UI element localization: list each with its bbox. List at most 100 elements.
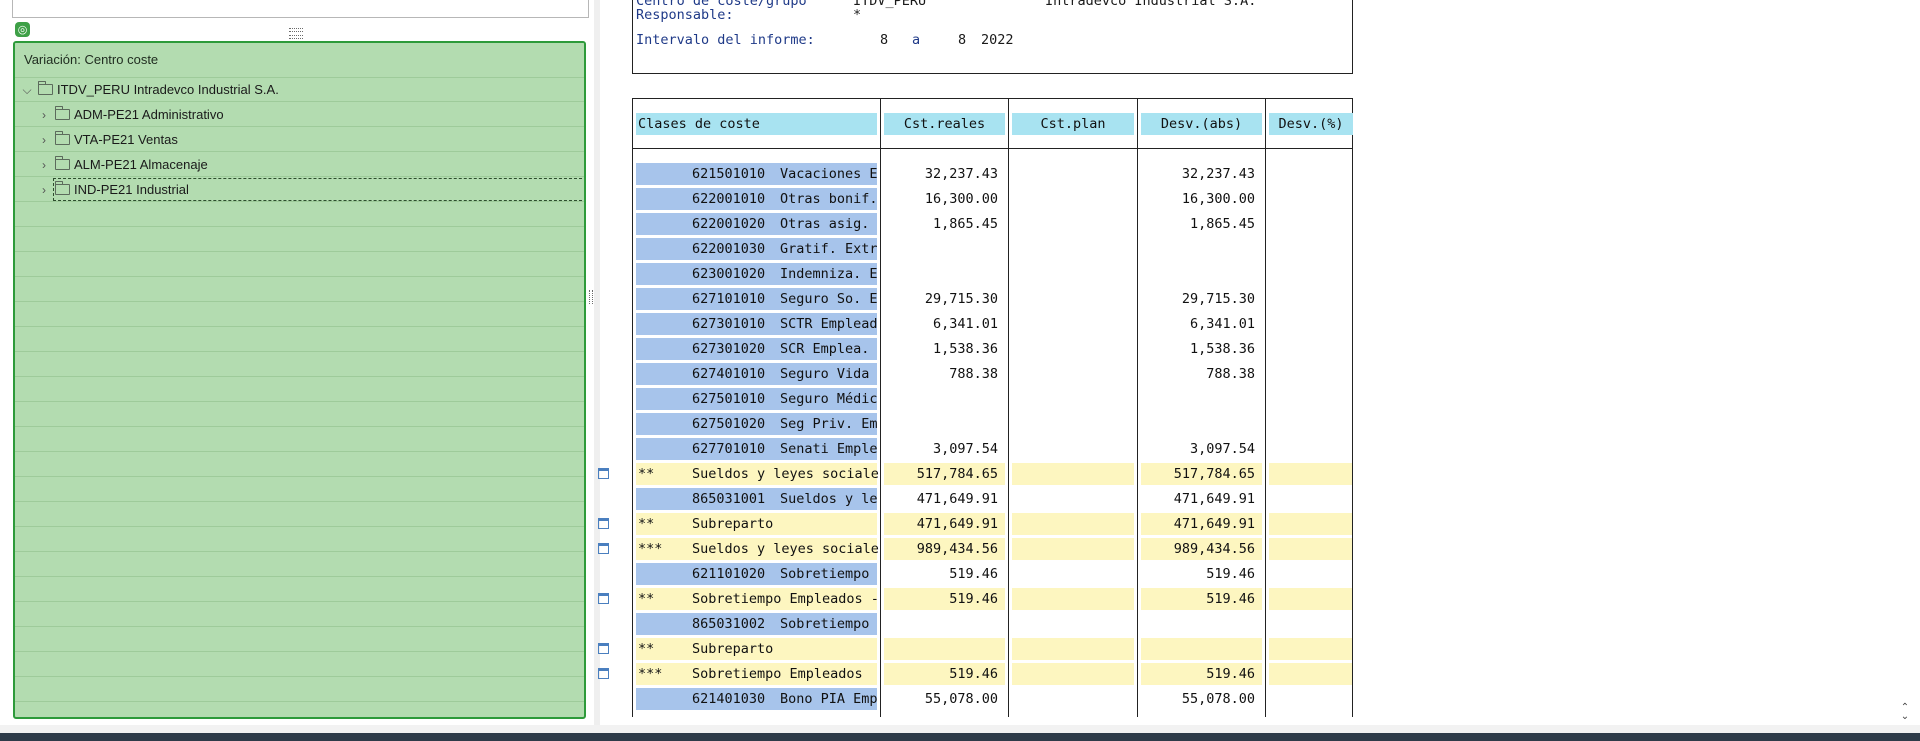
chevron-down-icon[interactable]: ⌵ bbox=[20, 78, 34, 102]
deviation-abs-value: 471,649.91 bbox=[1173, 516, 1255, 532]
report-header-box: Centro de coste/grupo ITDV_PERU Intradev… bbox=[632, 0, 1353, 74]
plan-cost-value bbox=[1012, 563, 1127, 585]
cost-element-row[interactable]: 865031002 Sobretiempo bbox=[636, 613, 1352, 635]
horizontal-splitter[interactable] bbox=[0, 18, 590, 40]
selection-list-box[interactable] bbox=[12, 0, 589, 18]
cost-element-row[interactable]: 622001030 Gratif. Extr bbox=[636, 238, 1352, 260]
column-header-label: Cst.plan bbox=[1040, 116, 1106, 132]
plan-cost-value bbox=[1012, 513, 1127, 535]
tree-node-label[interactable]: VTA-PE21 Ventas bbox=[74, 132, 178, 147]
deviation-abs-value bbox=[1141, 638, 1255, 660]
cost-element-name: Sueldos y leyes sociale bbox=[692, 466, 879, 482]
hierarchy-level-stars: *** bbox=[638, 666, 663, 682]
cost-element-name: Gratif. Extr bbox=[780, 241, 877, 257]
plan-cost-value bbox=[1012, 363, 1127, 385]
cost-element-name: Seguro Médic bbox=[780, 391, 877, 407]
deviation-abs-value: 16,300.00 bbox=[1181, 191, 1255, 207]
tree-node-alm[interactable]: › ALM-PE21 Almacenaje bbox=[37, 153, 208, 177]
cost-element-row[interactable]: 627501020 Seg Priv. Em bbox=[636, 413, 1352, 435]
cost-element-row[interactable]: 627701010 Senati Emple 3,097.54 3,097.54 bbox=[636, 438, 1352, 460]
interval-to: 8 bbox=[958, 32, 967, 48]
column-header-cost-element[interactable]: Clases de coste bbox=[636, 113, 877, 135]
deviation-pct-value bbox=[1269, 163, 1347, 185]
deviation-pct-value bbox=[1269, 413, 1347, 435]
scroll-arrows-icon[interactable]: ⌃ ⌄ bbox=[1898, 703, 1912, 723]
tree-node-adm[interactable]: › ADM-PE21 Administrativo bbox=[37, 103, 224, 127]
deviation-abs-value: 989,434.56 bbox=[1173, 541, 1255, 557]
cost-element-name: Otras asig. bbox=[780, 216, 870, 232]
cost-element-code: 623001020 bbox=[692, 266, 766, 282]
cost-element-row[interactable]: 865031001 Sueldos y le 471,649.91 471,649.9… bbox=[636, 488, 1352, 510]
tree-node-ind[interactable]: › IND-PE21 Industrial bbox=[37, 178, 189, 202]
tree-node-vta[interactable]: › VTA-PE21 Ventas bbox=[37, 128, 178, 152]
cost-element-code: 622001030 bbox=[692, 241, 766, 257]
cost-element-name: Bono PIA Emp bbox=[780, 691, 877, 707]
deviation-abs-value: 471,649.91 bbox=[1173, 491, 1255, 507]
cost-element-code: 627501020 bbox=[692, 416, 766, 432]
subtotal-row[interactable]: *** Sueldos y leyes sociale 989,434.56 989,… bbox=[598, 538, 1352, 560]
cost-element-code: 865031001 bbox=[692, 491, 766, 507]
cost-element-row[interactable]: 621501010 Vacaciones E 32,237.43 32,237.43 bbox=[636, 163, 1352, 185]
cost-element-name: Sobretiempo bbox=[780, 616, 870, 632]
tree-node-label[interactable]: IND-PE21 Industrial bbox=[74, 182, 189, 197]
chevron-right-icon[interactable]: › bbox=[37, 128, 51, 152]
tree-toggle-icon[interactable]: ◎ bbox=[15, 22, 30, 37]
splitter-grip-icon[interactable] bbox=[289, 35, 303, 39]
cost-element-row[interactable]: 627301010 SCTR Emplead 6,341.01 6,341.01 bbox=[636, 313, 1352, 335]
folder-icon bbox=[55, 106, 70, 120]
subtotal-row[interactable]: *** Sobretiempo Empleados 519.46 519.46 bbox=[598, 663, 1352, 685]
actual-cost-value: 989,434.56 bbox=[916, 541, 998, 557]
chevron-right-icon[interactable]: › bbox=[37, 178, 51, 202]
hierarchy-level-stars: ** bbox=[638, 466, 655, 482]
cost-element-row[interactable]: 622001010 Otras bonif. 16,300.00 16,300.00 bbox=[636, 188, 1352, 210]
deviation-pct-value bbox=[1269, 363, 1347, 385]
tree-node-label[interactable]: ADM-PE21 Administrativo bbox=[74, 107, 224, 122]
sum-row-icon[interactable] bbox=[598, 643, 609, 654]
sum-row-icon[interactable] bbox=[598, 668, 609, 679]
cost-element-row[interactable]: 623001020 Indemniza. E bbox=[636, 263, 1352, 285]
column-header-label: Clases de coste bbox=[638, 116, 760, 132]
cost-element-row[interactable]: 621401030 Bono PIA Emp 55,078.00 55,078.00 bbox=[636, 688, 1352, 710]
tree-node-label[interactable]: ALM-PE21 Almacenaje bbox=[74, 157, 208, 172]
sum-row-icon[interactable] bbox=[598, 543, 609, 554]
cost-element-row[interactable]: 627401010 Seguro Vida 788.38 788.38 bbox=[636, 363, 1352, 385]
cost-element-name: Subreparto bbox=[692, 516, 774, 532]
folder-icon bbox=[55, 181, 70, 195]
chevron-right-icon[interactable]: › bbox=[37, 103, 51, 127]
subtotal-row[interactable]: ** Subreparto bbox=[598, 638, 1352, 660]
deviation-pct-value bbox=[1269, 338, 1347, 360]
subtotal-row[interactable]: ** Subreparto 471,649.91 471,649.91 bbox=[598, 513, 1352, 535]
sum-row-icon[interactable] bbox=[598, 518, 609, 529]
plan-cost-value bbox=[1012, 438, 1127, 460]
cost-element-row[interactable]: 627101010 Seguro So. E 29,715.30 29,715.30 bbox=[636, 288, 1352, 310]
column-header-dev-pct[interactable]: Desv.(%) bbox=[1269, 113, 1353, 135]
tree-node-label[interactable]: ITDV_PERU Intradevco Industrial S.A. bbox=[57, 82, 279, 97]
deviation-abs-value: 6,341.01 bbox=[1189, 316, 1255, 332]
cost-element-name: Sobretiempo Empleados bbox=[692, 666, 863, 682]
plan-cost-value bbox=[1012, 463, 1127, 485]
cost-report-area: Centro de coste/grupo ITDV_PERU Intradev… bbox=[598, 0, 1920, 725]
cost-element-row[interactable]: 627501010 Seguro Médic bbox=[636, 388, 1352, 410]
column-header-dev-abs[interactable]: Desv.(abs) bbox=[1141, 113, 1262, 135]
cost-element-name: Sobretiempo bbox=[780, 566, 870, 582]
splitter-grip-icon[interactable] bbox=[589, 290, 593, 304]
deviation-abs-value: 29,715.30 bbox=[1181, 291, 1255, 307]
cost-element-code: 627501010 bbox=[692, 391, 766, 407]
subtotal-row[interactable]: ** Sobretiempo Empleados - 519.46 519.46 bbox=[598, 588, 1352, 610]
splitter-grip-icon[interactable] bbox=[289, 28, 303, 32]
column-header-plan[interactable]: Cst.plan bbox=[1012, 113, 1134, 135]
actual-cost-value: 55,078.00 bbox=[924, 691, 998, 707]
column-header-actual[interactable]: Cst.reales bbox=[884, 113, 1005, 135]
deviation-pct-value bbox=[1269, 388, 1347, 410]
chevron-right-icon[interactable]: › bbox=[37, 153, 51, 177]
subtotal-row[interactable]: ** Sueldos y leyes sociale 517,784.65 517,7… bbox=[598, 463, 1352, 485]
sum-row-icon[interactable] bbox=[598, 468, 609, 479]
header-divider bbox=[632, 148, 1353, 149]
sum-row-icon[interactable] bbox=[598, 593, 609, 604]
actual-cost-value: 519.46 bbox=[949, 666, 998, 682]
cost-element-row[interactable]: 622001020 Otras asig. 1,865.45 1,865.45 bbox=[636, 213, 1352, 235]
cost-element-row[interactable]: 627301020 SCR Emplea. 1,538.36 1,538.36 bbox=[636, 338, 1352, 360]
cost-element-row[interactable]: 621101020 Sobretiempo 519.46 519.46 bbox=[636, 563, 1352, 585]
tree-node-root[interactable]: ⌵ ITDV_PERU Intradevco Industrial S.A. bbox=[20, 78, 279, 102]
deviation-pct-value bbox=[1269, 588, 1347, 610]
